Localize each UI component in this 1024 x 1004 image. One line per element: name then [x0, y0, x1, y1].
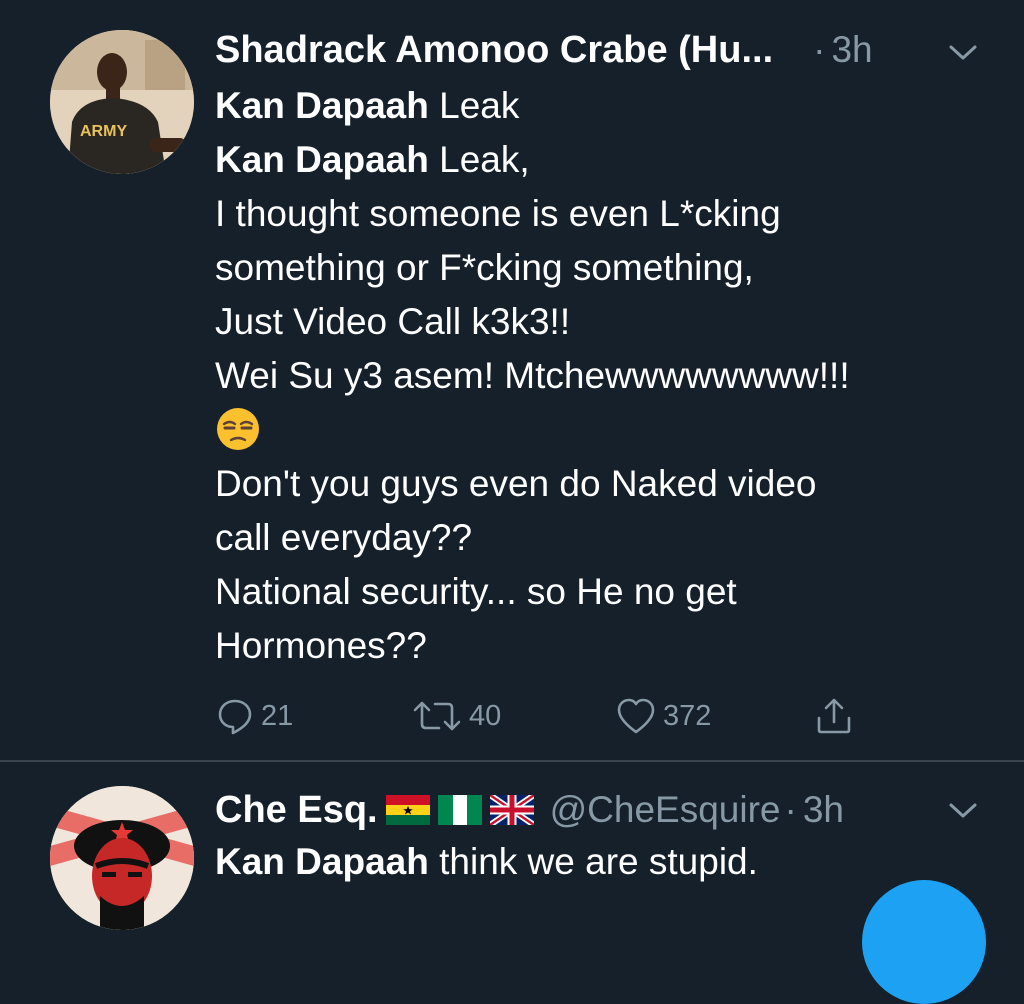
- avatar-photo: ARMY: [50, 30, 194, 174]
- tweet-actions: 21 40 372: [215, 694, 915, 738]
- text-span: Leak: [428, 85, 520, 126]
- author-handle[interactable]: @CheEsquire: [550, 789, 781, 831]
- text-line: call everyday??: [215, 517, 473, 558]
- like-button[interactable]: 372: [615, 694, 711, 738]
- mention[interactable]: Kan Dapaah: [215, 139, 429, 180]
- text-line: something or F*cking something,: [215, 247, 754, 288]
- separator-dot: ·: [784, 789, 797, 830]
- tweet-text: Kan Dapaah think we are stupid.: [215, 835, 1005, 889]
- unamused-face-icon: [217, 408, 259, 451]
- tweet-header: Che Esq. @CheEsquire · 3h: [215, 788, 995, 832]
- separator-dot: ·: [813, 29, 826, 70]
- text-line: Kan Dapaah think we are stupid.: [215, 835, 1005, 889]
- avatar[interactable]: ARMY: [50, 30, 194, 174]
- retweet-icon: [413, 701, 461, 731]
- text-span: think we are stupid.: [428, 841, 758, 882]
- reply-button[interactable]: 21: [215, 694, 293, 738]
- avatar[interactable]: [50, 786, 194, 930]
- mention[interactable]: Kan Dapaah: [215, 85, 429, 126]
- text-line: [215, 403, 1005, 457]
- reply-count: 21: [261, 699, 294, 732]
- ghana-flag-icon: [385, 795, 430, 825]
- timestamp[interactable]: 3h: [803, 789, 844, 831]
- like-icon: [617, 698, 655, 734]
- tweet-text: Kan Dapaah Leak Kan Dapaah Leak, I thoug…: [215, 79, 1005, 673]
- nigeria-flag-icon: [437, 795, 482, 825]
- tweet-header: Shadrack Amonoo Crabe (Hu... · 3h: [215, 28, 995, 72]
- retweet-count: 40: [469, 699, 502, 732]
- text-line: Wei Su y3 asem! Mtchewwwwwwww!!!: [215, 355, 850, 396]
- author-name[interactable]: Che Esq.: [215, 789, 378, 832]
- compose-fab[interactable]: [862, 880, 986, 1004]
- tweet[interactable]: ARMY Shadrack Amonoo Crabe (Hu... · 3h K…: [0, 0, 1024, 760]
- timestamp[interactable]: 3h: [831, 29, 872, 71]
- text-line: I thought someone is even L*cking: [215, 193, 781, 234]
- text-line: Hormones??: [215, 625, 427, 666]
- retweet-button[interactable]: 40: [411, 694, 501, 738]
- text-span: Leak,: [428, 139, 530, 180]
- avatar-photo: [50, 786, 194, 930]
- avatar-shirt-text: ARMY: [80, 123, 127, 140]
- text-line: Kan Dapaah Leak,: [215, 133, 1005, 187]
- uk-flag-icon: [489, 795, 534, 825]
- text-line: National security... so He no get: [215, 571, 737, 612]
- author-name[interactable]: Shadrack Amonoo Crabe (Hu...: [215, 29, 773, 72]
- text-line: Just Video Call k3k3!!: [215, 301, 571, 342]
- text-line: Don't you guys even do Naked video: [215, 463, 817, 504]
- mention[interactable]: Kan Dapaah: [215, 841, 429, 882]
- like-count: 372: [663, 699, 712, 732]
- reply-icon: [218, 699, 252, 735]
- share-icon: [817, 698, 851, 734]
- text-line: Kan Dapaah Leak: [215, 79, 1005, 133]
- share-button[interactable]: [813, 694, 861, 738]
- chevron-down-icon[interactable]: [948, 802, 978, 820]
- chevron-down-icon[interactable]: [948, 44, 978, 62]
